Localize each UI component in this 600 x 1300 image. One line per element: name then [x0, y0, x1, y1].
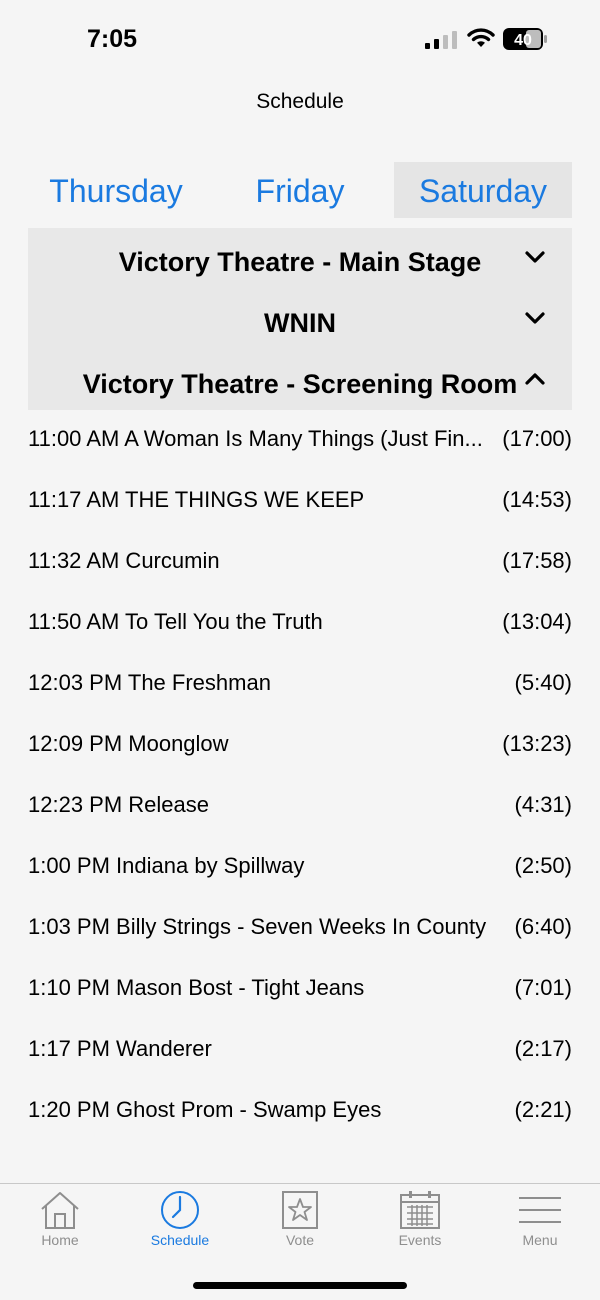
chevron-up-icon — [525, 373, 545, 385]
item-title: 12:03 PM The Freshman — [28, 670, 271, 695]
star-icon — [282, 1191, 318, 1229]
tabbar-label: Menu — [522, 1232, 558, 1248]
wifi-icon — [467, 28, 495, 47]
venue-header-wnin[interactable]: WNIN — [28, 289, 572, 350]
item-duration: (13:04) — [502, 609, 572, 634]
venue-name: WNIN — [264, 308, 336, 338]
menu-icon — [519, 1197, 561, 1223]
list-item[interactable]: 1:03 PM Billy Strings - Seven Weeks In C… — [28, 898, 572, 959]
calendar-icon — [400, 1191, 440, 1229]
item-duration: (13:23) — [502, 731, 572, 756]
tabbar-schedule[interactable]: Schedule — [120, 1190, 240, 1254]
clock-icon — [161, 1191, 199, 1229]
chevron-down-icon — [525, 251, 545, 263]
item-duration: (5:40) — [514, 670, 572, 695]
tabbar-label: Vote — [285, 1232, 315, 1248]
item-title: 11:17 AM THE THINGS WE KEEP — [28, 487, 365, 512]
list-item[interactable]: 12:09 PM Moonglow (13:23) — [28, 715, 572, 776]
tabbar-home[interactable]: Home — [0, 1190, 120, 1254]
item-duration: (2:50) — [514, 853, 572, 878]
venue-name: Victory Theatre - Main Stage — [118, 247, 482, 277]
venue-header-screening-room[interactable]: Victory Theatre - Screening Room — [28, 350, 572, 411]
item-duration: (7:01) — [514, 975, 572, 1000]
item-title: 11:00 AM A Woman Is Many Things (Just Fi… — [28, 426, 483, 451]
tabbar-menu[interactable]: Menu — [480, 1190, 600, 1254]
tab-friday[interactable]: Friday — [212, 162, 388, 218]
item-title: 1:20 PM Ghost Prom - Swamp Eyes — [28, 1097, 382, 1122]
cellular-signal-icon — [425, 31, 457, 49]
home-indicator[interactable] — [193, 1282, 407, 1289]
schedule-list: 11:00 AM A Woman Is Many Things (Just Fi… — [28, 410, 572, 1142]
battery-icon: 40 — [503, 28, 547, 50]
tabbar-label: Home — [41, 1232, 79, 1248]
venue-name: Victory Theatre - Screening Room — [82, 369, 518, 399]
list-item[interactable]: 11:50 AM To Tell You the Truth (13:04) — [28, 593, 572, 654]
list-item[interactable]: 12:23 PM Release (4:31) — [28, 776, 572, 837]
tabbar-label: Schedule — [150, 1232, 210, 1248]
item-duration: (17:58) — [502, 548, 572, 573]
list-item[interactable]: 11:32 AM Curcumin (17:58) — [28, 532, 572, 593]
battery-level: 40 — [514, 32, 532, 49]
tab-saturday[interactable]: Saturday — [394, 162, 572, 218]
venue-list: Victory Theatre - Main Stage WNIN Victor… — [28, 228, 572, 410]
status-bar: 7:05 40 — [0, 0, 600, 80]
chevron-down-icon — [525, 312, 545, 324]
page-title: Schedule — [256, 90, 344, 113]
home-icon — [41, 1192, 79, 1229]
list-item[interactable]: 1:10 PM Mason Bost - Tight Jeans (7:01) — [28, 959, 572, 1020]
tab-thursday[interactable]: Thursday — [28, 162, 204, 218]
item-duration: (4:31) — [514, 792, 572, 817]
venue-header-main-stage[interactable]: Victory Theatre - Main Stage — [28, 228, 572, 289]
list-item[interactable]: 12:03 PM The Freshman (5:40) — [28, 654, 572, 715]
list-item[interactable]: 1:00 PM Indiana by Spillway (2:50) — [28, 837, 572, 898]
item-title: 1:17 PM Wanderer — [28, 1036, 212, 1061]
status-time: 7:05 — [87, 25, 138, 53]
item-duration: (17:00) — [502, 426, 572, 451]
list-item[interactable]: 1:20 PM Ghost Prom - Swamp Eyes (2:21) — [28, 1081, 572, 1142]
item-duration: (2:21) — [514, 1097, 572, 1122]
item-title: 1:03 PM Billy Strings - Seven Weeks In C… — [28, 914, 487, 939]
item-title: 11:32 AM Curcumin — [28, 548, 220, 573]
item-duration: (6:40) — [514, 914, 572, 939]
item-title: 11:50 AM To Tell You the Truth — [28, 609, 323, 634]
item-title: 12:23 PM Release — [28, 792, 209, 817]
list-item[interactable]: 11:00 AM A Woman Is Many Things (Just Fi… — [28, 410, 572, 471]
item-duration: (14:53) — [502, 487, 572, 512]
day-tabs: Thursday Friday Saturday — [28, 162, 572, 218]
list-item[interactable]: 11:17 AM THE THINGS WE KEEP (14:53) — [28, 471, 572, 532]
item-title: 1:00 PM Indiana by Spillway — [28, 853, 305, 878]
item-title: 12:09 PM Moonglow — [28, 731, 229, 756]
tabbar-events[interactable]: Events — [360, 1190, 480, 1254]
tabbar-label: Events — [398, 1232, 442, 1248]
item-duration: (2:17) — [514, 1036, 572, 1061]
tabbar-vote[interactable]: Vote — [240, 1190, 360, 1254]
item-title: 1:10 PM Mason Bost - Tight Jeans — [28, 975, 365, 1000]
list-item[interactable]: 1:17 PM Wanderer (2:17) — [28, 1020, 572, 1081]
